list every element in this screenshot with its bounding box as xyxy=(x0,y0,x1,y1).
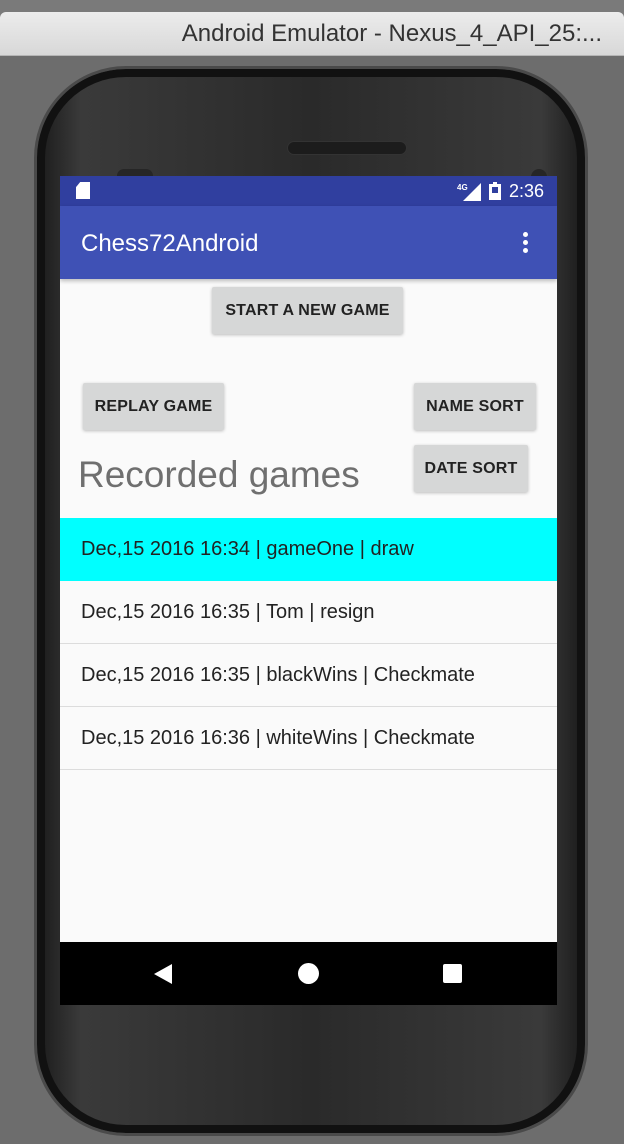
name-sort-button[interactable]: NAME SORT xyxy=(414,383,536,430)
speaker-grille xyxy=(287,141,407,155)
app-toolbar: Chess72Android xyxy=(60,206,557,279)
start-new-game-button[interactable]: START A NEW GAME xyxy=(212,287,403,334)
battery-icon xyxy=(489,182,501,200)
svg-text:4G: 4G xyxy=(457,183,468,192)
date-sort-button[interactable]: DATE SORT xyxy=(414,445,528,492)
emulator-window-title: Android Emulator - Nexus_4_API_25:... xyxy=(181,20,602,47)
emulator-titlebar: Android Emulator - Nexus_4_API_25:... xyxy=(0,12,624,56)
list-item[interactable]: Dec,15 2016 16:34 | gameOne | draw xyxy=(60,518,557,581)
list-item[interactable]: Dec,15 2016 16:35 | Tom | resign xyxy=(60,581,557,644)
replay-game-button[interactable]: REPLAY GAME xyxy=(83,383,224,430)
status-bar: 4G 2:36 xyxy=(60,176,557,206)
home-icon[interactable] xyxy=(298,963,319,984)
list-item[interactable]: Dec,15 2016 16:35 | blackWins | Checkmat… xyxy=(60,644,557,707)
recorded-games-heading: Recorded games xyxy=(78,454,360,495)
app-title: Chess72Android xyxy=(81,230,259,257)
recorded-games-list: Dec,15 2016 16:34 | gameOne | draw Dec,1… xyxy=(60,518,557,770)
list-item[interactable]: Dec,15 2016 16:36 | whiteWins | Checkmat… xyxy=(60,707,557,770)
sd-card-icon xyxy=(76,182,90,199)
device-screen: 4G 2:36 Chess72Android START A NEW GAME … xyxy=(60,176,557,1005)
overflow-menu-icon[interactable] xyxy=(520,232,530,256)
recents-icon[interactable] xyxy=(443,964,462,983)
signal-icon: 4G xyxy=(457,183,481,201)
navigation-bar xyxy=(60,942,557,1005)
back-icon[interactable] xyxy=(154,964,172,984)
status-clock: 2:36 xyxy=(509,181,545,201)
